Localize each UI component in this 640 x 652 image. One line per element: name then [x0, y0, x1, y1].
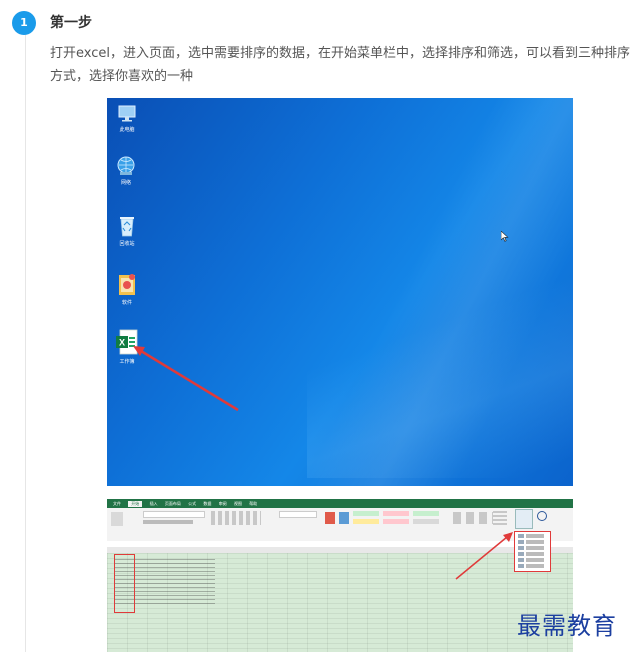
pointer-arrow: [455, 532, 513, 580]
pointer-arrow: [133, 346, 239, 412]
step-title: 第一步: [50, 15, 92, 31]
step-number-badge: 1: [12, 11, 36, 35]
desktop-screenshot: 此电脑 网络 回收站 软件 X 工作簿: [107, 98, 573, 486]
excel-screenshot: 文件 开始 插入 页面布局 公式 数据 审阅 视图 帮助: [107, 499, 573, 652]
watermark: 最需教育: [517, 612, 617, 640]
timeline-rail: [25, 32, 26, 652]
step-description: 打开excel，进入页面，选中需要排序的数据，在开始菜单栏中，选择排序和筛选，可…: [50, 46, 630, 84]
mouse-cursor-icon: [501, 231, 509, 242]
